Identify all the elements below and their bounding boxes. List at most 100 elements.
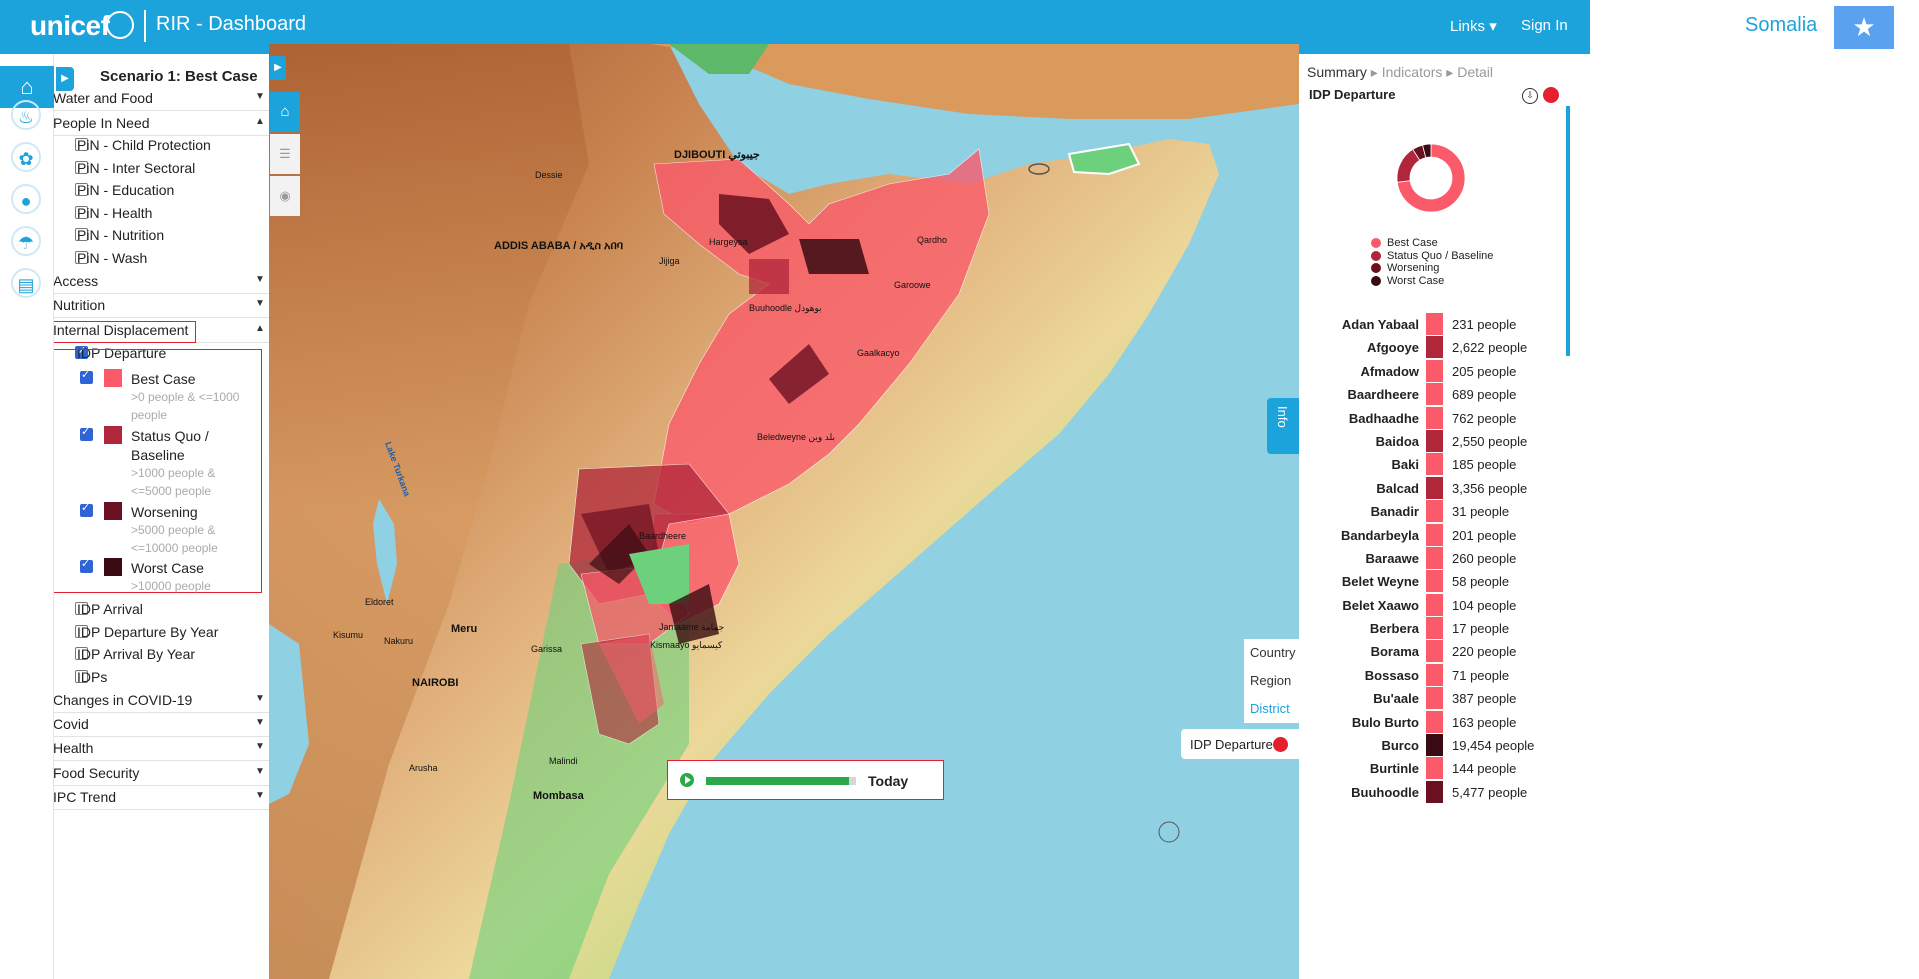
district-row[interactable]: Bu'aale 387 people [1299,687,1564,710]
breadcrumb-detail[interactable]: Detail [1457,64,1493,80]
district-swatch [1426,687,1443,710]
district-swatch [1426,500,1443,523]
country-header: Somalia ★ [1590,0,1919,54]
district-row[interactable]: Balcad 3,356 people [1299,476,1564,500]
district-row[interactable]: Berbera 17 people [1299,617,1564,640]
caret-up-icon[interactable]: ▲ [255,323,265,334]
play-icon[interactable] [680,773,694,787]
country-name[interactable]: Somalia [1745,14,1817,37]
indicator-panel: Summary ▸ Indicators ▸ Detail IDP Depart… [1299,54,1590,979]
legend-range: >1000 people & <=5000 people [131,466,216,498]
sanitation-icon[interactable]: ☂ [11,226,41,256]
admin-level-country[interactable]: Country [1244,639,1299,667]
caret-down-icon[interactable]: ▼ [255,717,265,728]
map-label-buuhoodle: Buuhoodle بوهودل [749,303,822,313]
district-value: 5,477 people [1452,784,1528,800]
district-row[interactable]: Badhaadhe 762 people [1299,406,1564,430]
sign-in-link[interactable]: Sign In [1521,17,1568,34]
favorite-star-button[interactable]: ★ [1834,6,1894,49]
district-name: Burtinle [1369,761,1419,777]
map-legend[interactable]: IDP Departure [1181,729,1299,759]
map-label-addis-ababa: ADDIS ABABA / አዲስ አበባ [494,240,624,252]
district-value: 17 people [1452,621,1510,637]
unicef-logo[interactable]: unicef [30,10,110,42]
map-label-djibouti: DJIBOUTI جيبوتي [674,149,760,161]
district-value: 3,356 people [1452,480,1528,496]
layer-label: PiN - Health [77,205,153,221]
district-row[interactable]: Baraawe 260 people [1299,546,1564,570]
district-row[interactable]: Borama 220 people [1299,640,1564,663]
district-name: Burco [1381,738,1419,754]
caret-down-icon[interactable]: ▼ [255,693,265,704]
legend-name: Status Quo / Baseline [131,428,209,463]
district-row[interactable]: Burtinle 144 people [1299,757,1564,780]
district-row[interactable]: Burco 19,454 people [1299,734,1564,757]
timeline-slider[interactable] [706,777,856,785]
district-row[interactable]: Bossaso 71 people [1299,663,1564,687]
district-row[interactable]: Baardheere 689 people [1299,383,1564,406]
legend-checkbox[interactable] [80,557,93,573]
right-scrollbar[interactable] [1566,106,1570,356]
map-home-icon[interactable]: ⌂ [270,92,300,132]
education-book-icon[interactable]: ▤ [11,268,41,298]
caret-down-icon[interactable]: ▼ [255,274,265,285]
water-tap-icon[interactable]: ♨ [11,100,41,130]
caret-down-icon[interactable]: ▼ [255,741,265,752]
district-row[interactable]: Afmadow 205 people [1299,359,1564,383]
legend-checkbox[interactable] [80,501,93,517]
caret-up-icon[interactable]: ▲ [255,116,265,127]
category-divider [54,809,302,810]
map-label-nakuru: Nakuru [384,636,414,646]
district-row[interactable]: Banadir 31 people [1299,500,1564,523]
district-row[interactable]: Belet Weyne 58 people [1299,570,1564,593]
caret-down-icon[interactable]: ▼ [255,91,265,102]
map-canvas[interactable]: DJIBOUTI جيبوتي ADDIS ABABA / አዲስ አበባ NA… [269,44,1299,979]
download-icon[interactable]: ⇩ [1522,88,1538,104]
district-name: Baidoa [1375,433,1419,449]
district-value: 260 people [1452,550,1517,566]
legend-name: Worst Case [131,560,204,576]
globe-icon[interactable]: ◉ [270,176,300,216]
district-name: Bandarbeyla [1340,527,1419,543]
map-label-hargeysa: Hargeysa [709,237,748,247]
health-bubble-icon[interactable]: ● [11,184,41,214]
info-tab[interactable]: Info [1267,398,1299,454]
layer-label: PiN - Inter Sectoral [77,160,196,176]
district-row[interactable]: Baki 185 people [1299,453,1564,476]
district-row[interactable]: Baidoa 2,550 people [1299,429,1564,453]
district-swatch [1426,757,1443,780]
district-name: Badhaadhe [1348,410,1419,426]
layer-label: IDPs [77,669,108,685]
layers-icon[interactable]: ☰ [270,134,300,174]
district-row[interactable]: Bulo Burto 163 people [1299,710,1564,734]
links-menu[interactable]: Links ▾ [1450,17,1497,35]
district-row[interactable]: Belet Xaawo 104 people [1299,593,1564,617]
district-swatch [1426,453,1443,476]
admin-level-region[interactable]: Region [1244,667,1299,695]
breadcrumb: Summary ▸ Indicators ▸ Detail [1307,64,1494,80]
district-value: 220 people [1452,644,1517,660]
breadcrumb-indicators[interactable]: Indicators [1382,64,1443,80]
hands-care-icon[interactable]: ✿ [11,142,41,172]
expand-panel-button[interactable]: ▶ [270,56,286,80]
layer-label: PiN - Education [77,182,175,198]
district-row[interactable]: Bandarbeyla 201 people [1299,523,1564,547]
caret-down-icon[interactable]: ▼ [255,790,265,801]
donut-legend-item: Worst Case [1371,275,1493,288]
breadcrumb-summary[interactable]: Summary [1307,64,1367,80]
legend-checkbox[interactable] [80,425,93,441]
donut-legend: Best Case Status Quo / Baseline Worsening W… [1371,237,1493,287]
map-label-kisumu: Kisumu [333,630,364,640]
layer-label: Water and Food [54,90,153,106]
legend-checkbox[interactable] [80,368,93,384]
unicef-emblem-icon [106,11,134,39]
admin-level-district[interactable]: District [1244,695,1299,723]
district-swatch [1426,359,1443,382]
caret-down-icon[interactable]: ▼ [255,766,265,777]
district-value: 231 people [1452,317,1517,332]
district-row[interactable]: Adan Yabaal 231 people [1299,313,1564,336]
district-name: Berbera [1369,621,1419,637]
caret-down-icon[interactable]: ▼ [255,298,265,309]
district-row[interactable]: Buuhoodle 5,477 people [1299,780,1564,804]
district-row[interactable]: Afgooye 2,622 people [1299,336,1564,359]
